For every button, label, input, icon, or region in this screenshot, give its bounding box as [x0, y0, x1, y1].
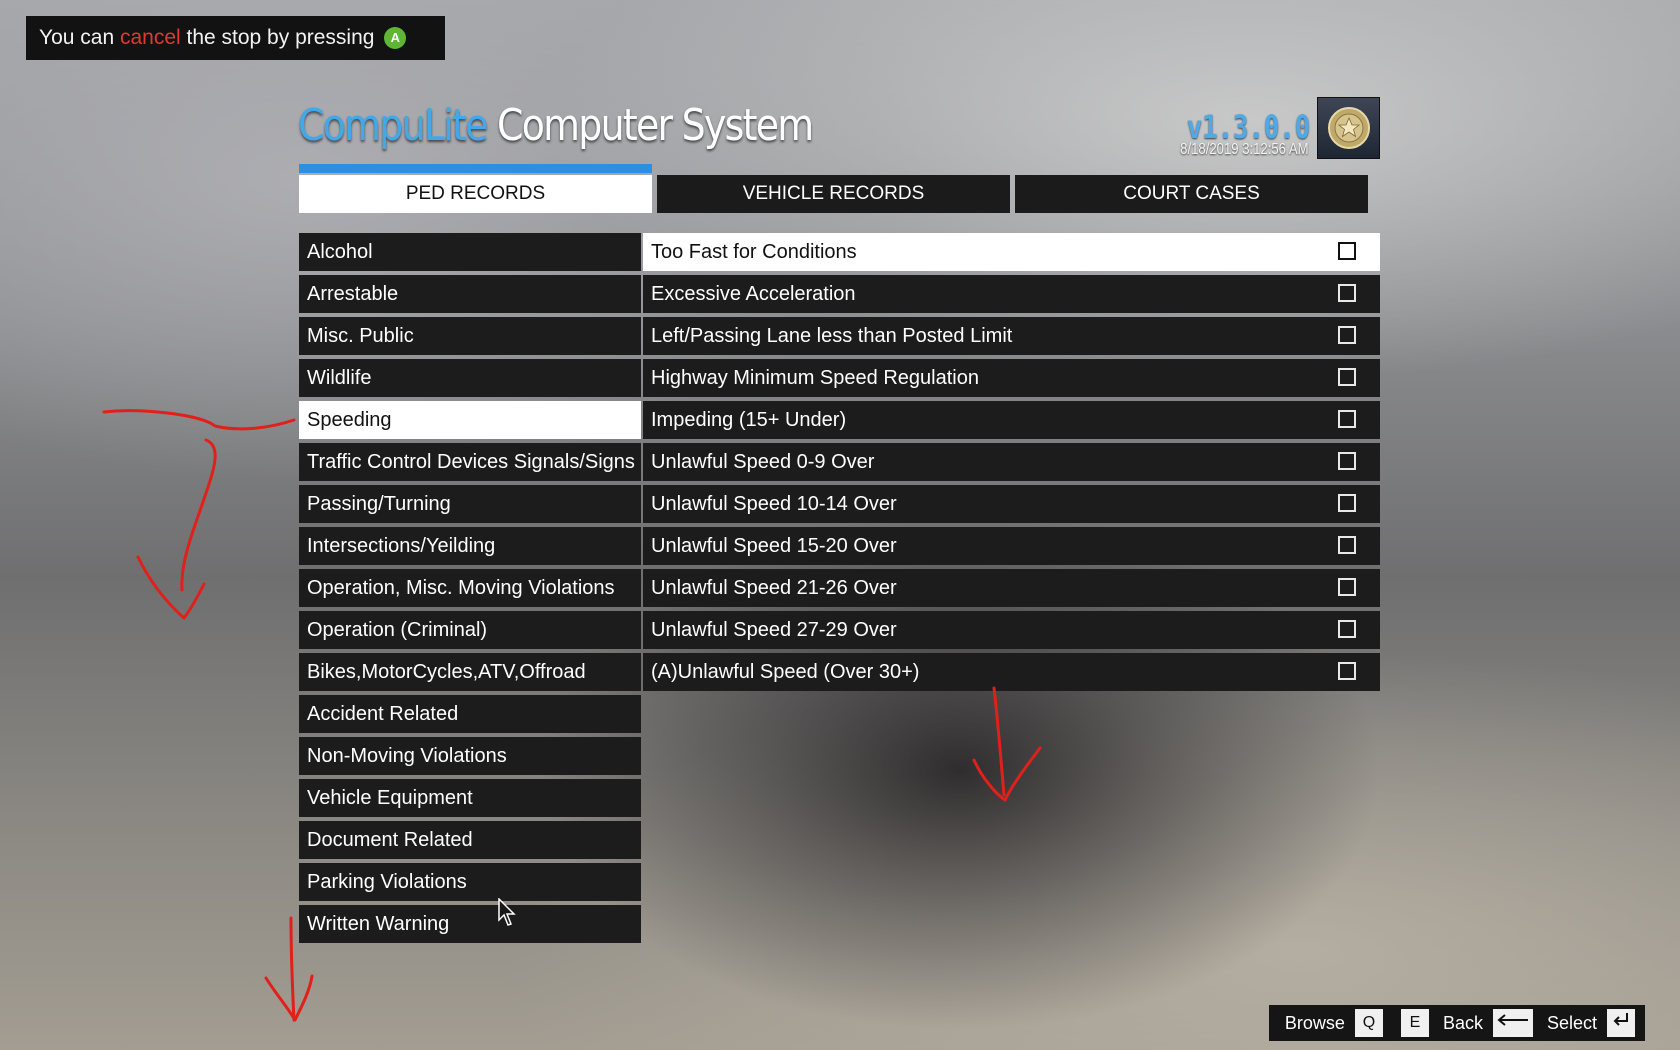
- category-item[interactable]: Operation (Criminal): [299, 611, 641, 649]
- controller-a-button-icon: A: [384, 27, 407, 50]
- app-title: CompuLite Computer System: [298, 100, 814, 151]
- charge-row[interactable]: Excessive Acceleration: [643, 275, 1380, 313]
- category-item[interactable]: Accident Related: [299, 695, 641, 733]
- select-label: Select: [1546, 1012, 1597, 1033]
- charge-label: Left/Passing Lane less than Posted Limit: [651, 325, 1013, 347]
- category-item[interactable]: Vehicle Equipment: [299, 779, 641, 817]
- enter-return-icon[interactable]: [1607, 1009, 1635, 1037]
- charge-row[interactable]: (A)Unlawful Speed (Over 30+): [643, 653, 1380, 691]
- backspace-arrow-icon[interactable]: [1492, 1009, 1533, 1037]
- annotation-arrowhead-left: [136, 555, 206, 620]
- charge-label: Unlawful Speed 15-20 Over: [651, 535, 897, 557]
- charge-row[interactable]: Unlawful Speed 21-26 Over: [643, 569, 1380, 607]
- notification-highlight: cancel: [119, 26, 181, 49]
- category-item[interactable]: Written Warning: [299, 905, 641, 943]
- charge-checkbox[interactable]: [1338, 410, 1356, 428]
- category-item[interactable]: Operation, Misc. Moving Violations: [299, 569, 641, 607]
- annotation-line-to-speeding: [102, 409, 296, 431]
- datetime-label: 8/18/2019 3:12:56 AM: [1180, 141, 1309, 158]
- charge-checkbox[interactable]: [1338, 536, 1356, 554]
- charge-checkbox[interactable]: [1338, 368, 1356, 386]
- notification-suffix: the stop by pressing: [180, 26, 375, 49]
- category-item-selected[interactable]: Speeding: [299, 401, 641, 439]
- charge-checkbox[interactable]: [1338, 284, 1356, 302]
- charge-label: Unlawful Speed 10-14 Over: [651, 493, 897, 515]
- annotation-arrowhead-bottom: [264, 974, 314, 1022]
- category-item[interactable]: Wildlife: [299, 359, 641, 397]
- category-item[interactable]: Document Related: [299, 821, 641, 859]
- category-item[interactable]: Bikes,MotorCycles,ATV,Offroad: [299, 653, 641, 691]
- charge-label: Impeding (15+ Under): [651, 409, 847, 431]
- charge-row[interactable]: Unlawful Speed 27-29 Over: [643, 611, 1380, 649]
- control-hints-bar: Browse Q E Back Select: [1268, 1005, 1645, 1041]
- charge-label: Unlawful Speed 27-29 Over: [651, 619, 897, 641]
- charge-row[interactable]: Impeding (15+ Under): [643, 401, 1380, 439]
- category-item[interactable]: Intersections/Yeilding: [299, 527, 641, 565]
- brand-subtitle: Computer System: [496, 100, 814, 151]
- charge-checkbox[interactable]: [1338, 494, 1356, 512]
- charge-label: Unlawful Speed 0-9 Over: [651, 451, 875, 473]
- police-badge-icon: [1317, 97, 1380, 159]
- active-tab-indicator: [299, 164, 652, 173]
- category-item[interactable]: Alcohol: [299, 233, 641, 271]
- charge-row-highlighted[interactable]: Too Fast for Conditions: [643, 233, 1380, 271]
- category-item[interactable]: Arrestable: [299, 275, 641, 313]
- e-key-icon[interactable]: E: [1400, 1009, 1429, 1037]
- charge-row[interactable]: Unlawful Speed 15-20 Over: [643, 527, 1380, 565]
- tab-court-cases[interactable]: COURT CASES: [1015, 175, 1368, 213]
- charge-checkbox[interactable]: [1338, 662, 1356, 680]
- back-label: Back: [1442, 1012, 1483, 1033]
- charge-row[interactable]: Unlawful Speed 0-9 Over: [643, 443, 1380, 481]
- charge-checkbox[interactable]: [1338, 326, 1356, 344]
- charge-row[interactable]: Highway Minimum Speed Regulation: [643, 359, 1380, 397]
- annotation-arrow-down-left: [180, 438, 217, 592]
- charge-category-list: Alcohol Arrestable Misc. Public Wildlife…: [299, 233, 641, 947]
- charge-label: Unlawful Speed 21-26 Over: [651, 577, 897, 599]
- charge-list: Too Fast for Conditions Excessive Accele…: [643, 233, 1380, 695]
- charge-row[interactable]: Left/Passing Lane less than Posted Limit: [643, 317, 1380, 355]
- annotation-arrowhead-center: [972, 746, 1042, 802]
- charge-label: (A)Unlawful Speed (Over 30+): [651, 661, 920, 683]
- notification-banner: You can cancel the stop by pressing A: [26, 16, 445, 60]
- charge-checkbox[interactable]: [1338, 242, 1356, 260]
- charge-row[interactable]: Unlawful Speed 10-14 Over: [643, 485, 1380, 523]
- category-item[interactable]: Non-Moving Violations: [299, 737, 641, 775]
- charge-label: Excessive Acceleration: [651, 283, 856, 305]
- notification-prefix: You can: [39, 26, 120, 49]
- category-item[interactable]: Traffic Control Devices Signals/Signs: [299, 443, 641, 481]
- tab-ped-records[interactable]: PED RECORDS: [299, 175, 652, 213]
- q-key-icon[interactable]: Q: [1354, 1009, 1383, 1037]
- charge-checkbox[interactable]: [1338, 578, 1356, 596]
- charge-checkbox[interactable]: [1338, 620, 1356, 638]
- tab-vehicle-records[interactable]: VEHICLE RECORDS: [657, 175, 1010, 213]
- annotation-arrow-down-bottom: [289, 916, 296, 1022]
- charge-label: Highway Minimum Speed Regulation: [651, 367, 979, 389]
- mouse-cursor-icon: [498, 898, 516, 926]
- category-item[interactable]: Passing/Turning: [299, 485, 641, 523]
- charge-label: Too Fast for Conditions: [651, 241, 857, 263]
- annotation-arrow-down-center: [992, 686, 1006, 797]
- category-item[interactable]: Parking Violations: [299, 863, 641, 901]
- brand-name: CompuLite: [298, 100, 488, 151]
- category-item[interactable]: Misc. Public: [299, 317, 641, 355]
- browse-label: Browse: [1284, 1012, 1345, 1033]
- charge-checkbox[interactable]: [1338, 452, 1356, 470]
